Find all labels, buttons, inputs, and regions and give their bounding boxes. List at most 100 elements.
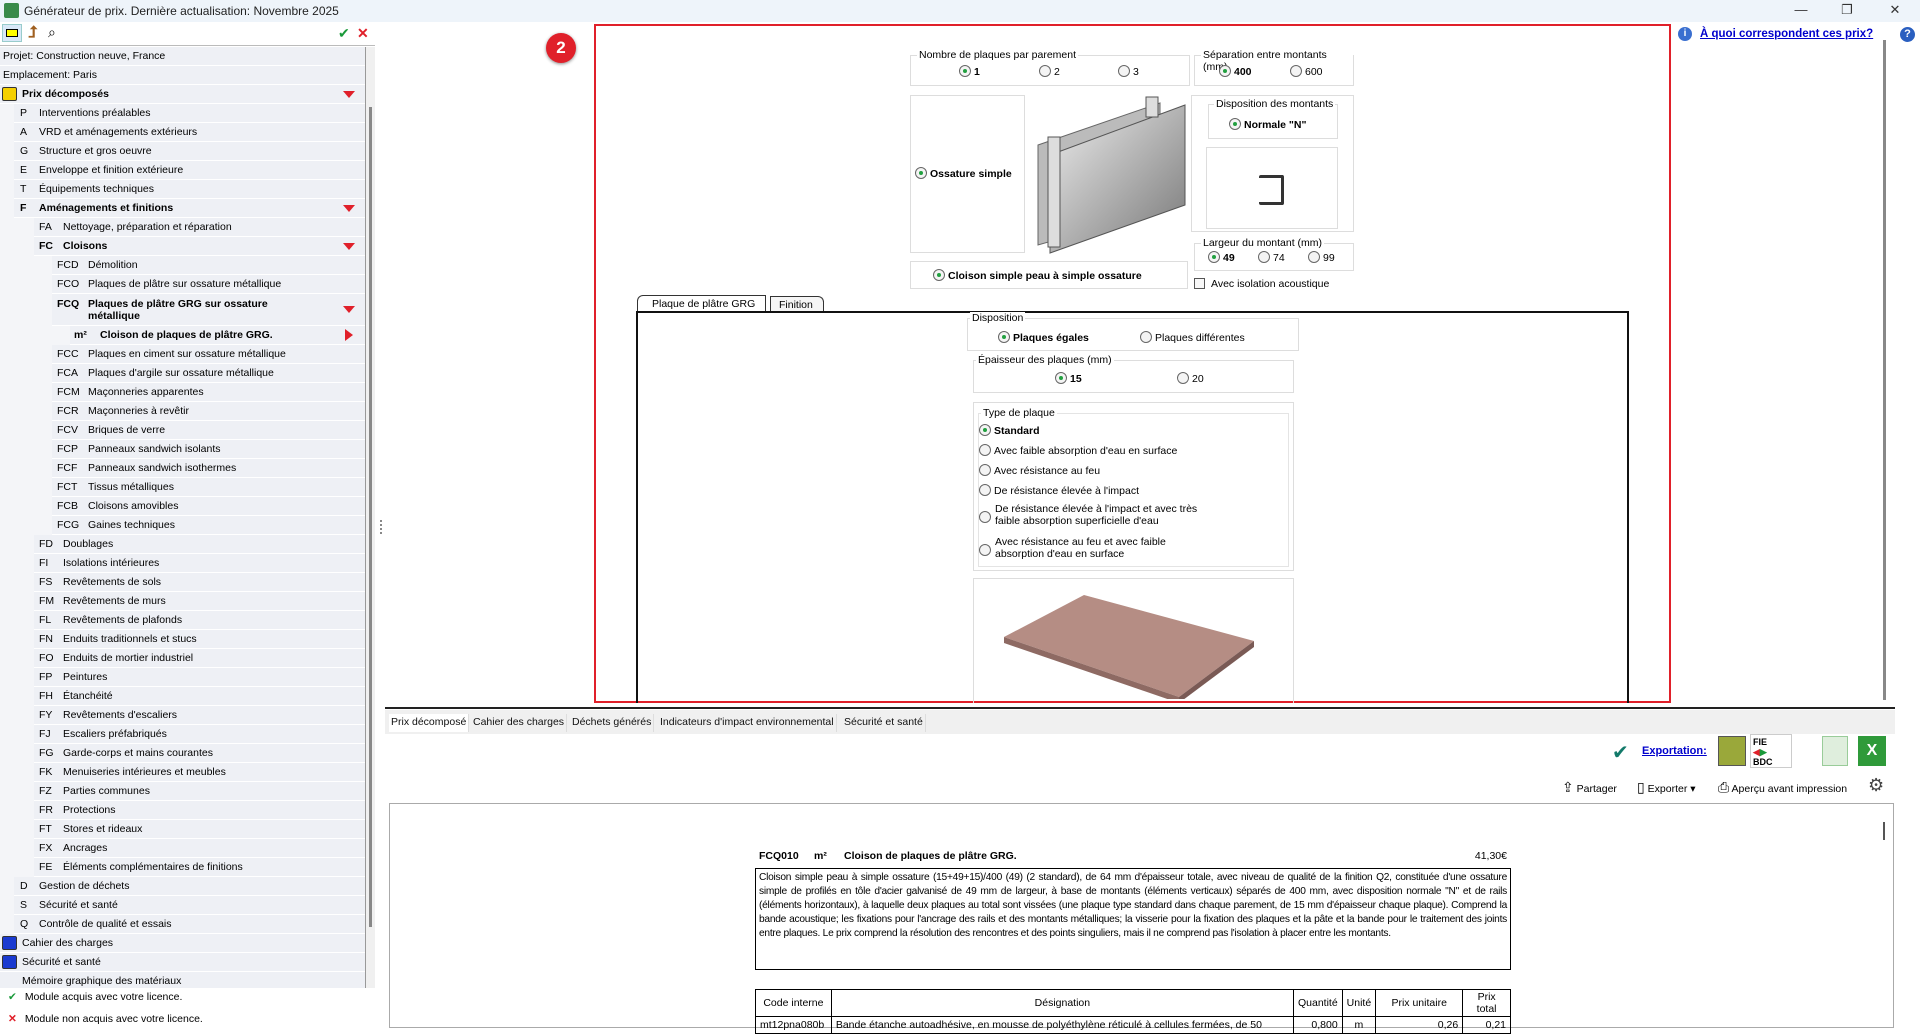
- tree-item-q[interactable]: Q Contrôle de qualité et essais: [14, 915, 365, 934]
- tree-item-fcm[interactable]: FCM Maçonneries apparentes: [52, 383, 365, 402]
- type-impact-radio[interactable]: De résistance élevée à l'impact: [979, 484, 1139, 497]
- help-icon[interactable]: ?: [1900, 27, 1915, 42]
- plates-count-2-radio[interactable]: 2: [1039, 65, 1060, 78]
- tree-item-root-45[interactable]: Sécurité et santé: [0, 953, 365, 972]
- tree-item-fz[interactable]: FZ Parties communes: [34, 782, 365, 801]
- tab-decomposed-price[interactable]: Prix décomposé: [389, 714, 470, 732]
- width-49-radio[interactable]: 49: [1208, 251, 1235, 264]
- tree-item-fo[interactable]: FO Enduits de mortier industriel: [34, 649, 365, 668]
- scrollbar-thumb[interactable]: [369, 107, 372, 927]
- tab-specifications[interactable]: Cahier des charges: [471, 714, 568, 732]
- tree-item-root-44[interactable]: Cahier des charges: [0, 934, 365, 953]
- tree-item-fr[interactable]: FR Protections: [34, 801, 365, 820]
- plates-count-3-radio[interactable]: 3: [1118, 65, 1139, 78]
- tree-item-fi[interactable]: FI Isolations intérieures: [34, 554, 365, 573]
- maximize-button[interactable]: ❐: [1832, 2, 1862, 20]
- tree-item-fp[interactable]: FP Peintures: [34, 668, 365, 687]
- width-74-radio[interactable]: 74: [1258, 251, 1285, 264]
- tree-item-fct[interactable]: FCT Tissus métalliques: [52, 478, 365, 497]
- splitter-handle[interactable]: [380, 520, 382, 534]
- tab-finish[interactable]: Finition: [770, 296, 824, 312]
- tab-environmental-impact[interactable]: Indicateurs d'impact environnemental: [658, 714, 837, 732]
- tree-item-fcg[interactable]: FCG Gaines techniques: [52, 516, 365, 535]
- collapse-down-icon[interactable]: [343, 306, 355, 313]
- close-button[interactable]: ✕: [1880, 2, 1910, 20]
- tree-item-root-0[interactable]: Prix décomposés: [0, 85, 365, 104]
- export-fie-bdc-icon[interactable]: FIE ◀▶ BDC: [1750, 734, 1792, 768]
- different-plates-radio[interactable]: Plaques différentes: [1140, 331, 1245, 344]
- list-view-icon[interactable]: [2, 24, 22, 42]
- tree-item-fcc[interactable]: FCC Plaques en ciment sur ossature métall…: [52, 345, 365, 364]
- thickness-15-radio[interactable]: 15: [1055, 372, 1082, 385]
- tree-item-fcv[interactable]: FCV Briques de verre: [52, 421, 365, 440]
- main-scrollbar[interactable]: [1883, 40, 1886, 700]
- export-dropdown[interactable]: ▯ Exporter ▾: [1637, 779, 1696, 796]
- confirm-icon[interactable]: ✔: [338, 25, 350, 42]
- excel-light-icon[interactable]: [1822, 736, 1848, 766]
- collapse-down-icon[interactable]: [343, 205, 355, 212]
- tree-item-fc[interactable]: FC Cloisons: [34, 237, 365, 256]
- spacing-600-radio[interactable]: 600: [1290, 65, 1323, 78]
- spacing-400-radio[interactable]: 400: [1219, 65, 1252, 78]
- tree-item-m2[interactable]: m² Cloison de plaques de plâtre GRG.: [70, 326, 365, 345]
- tree-item-fg[interactable]: FG Garde-corps et mains courantes: [34, 744, 365, 763]
- export-document-icon[interactable]: [1718, 736, 1746, 766]
- tree-item-fcf[interactable]: FCF Panneaux sandwich isothermes: [52, 459, 365, 478]
- tree-item-root-46[interactable]: Mémoire graphique des matériaux: [0, 972, 365, 988]
- expand-right-icon[interactable]: [345, 329, 353, 341]
- tree-item-fcd[interactable]: FCD Démolition: [52, 256, 365, 275]
- tree-item-fcp[interactable]: FCP Panneaux sandwich isolants: [52, 440, 365, 459]
- tree-item-fcr[interactable]: FCR Maçonneries à revêtir: [52, 402, 365, 421]
- collapse-down-icon[interactable]: [343, 243, 355, 250]
- tree-item-fcb[interactable]: FCB Cloisons amovibles: [52, 497, 365, 516]
- search-binoculars-icon[interactable]: ⌕: [48, 24, 56, 41]
- excel-icon[interactable]: X: [1858, 736, 1886, 766]
- tree-item-e[interactable]: E Enveloppe et finition extérieure: [14, 161, 365, 180]
- plates-count-1-radio[interactable]: 1: [959, 65, 980, 78]
- tree-item-fk[interactable]: FK Menuiseries intérieures et meubles: [34, 763, 365, 782]
- tab-gypsum-plate[interactable]: Plaque de plâtre GRG: [637, 295, 767, 311]
- tree-item-d[interactable]: D Gestion de déchets: [14, 877, 365, 896]
- tree-item-t[interactable]: T Équipements techniques: [14, 180, 365, 199]
- type-fire-resistant-radio[interactable]: Avec résistance au feu: [979, 464, 1100, 477]
- tree-item-fh[interactable]: FH Étanchéité: [34, 687, 365, 706]
- tree-item-g[interactable]: G Structure et gros oeuvre: [14, 142, 365, 161]
- tree-item-fy[interactable]: FY Revêtements d'escaliers: [34, 706, 365, 725]
- share-button[interactable]: ⇪ Partager: [1562, 779, 1617, 796]
- tree-item-fs[interactable]: FS Revêtements de sols: [34, 573, 365, 592]
- tree-item-s[interactable]: S Sécurité et santé: [14, 896, 365, 915]
- settings-gear-icon[interactable]: ⚙: [1868, 775, 1884, 796]
- tab-health-safety[interactable]: Sécurité et santé: [842, 714, 926, 732]
- normal-n-radio[interactable]: Normale "N": [1229, 118, 1306, 131]
- cancel-icon[interactable]: ✕: [357, 25, 369, 42]
- tree-item-fj[interactable]: FJ Escaliers préfabriqués: [34, 725, 365, 744]
- tree-item-fd[interactable]: FD Doublages: [34, 535, 365, 554]
- type-low-absorption-radio[interactable]: Avec faible absorption d'eau en surface: [979, 444, 1177, 457]
- simple-framing-radio[interactable]: Ossature simple: [915, 167, 1012, 180]
- width-99-radio[interactable]: 99: [1308, 251, 1335, 264]
- tab-waste[interactable]: Déchets générés: [570, 714, 655, 732]
- tree-item-a[interactable]: A VRD et aménagements extérieurs: [14, 123, 365, 142]
- type-fire-low-absorption-radio[interactable]: Avec résistance au feu et avec faible ab…: [979, 536, 1209, 560]
- type-impact-very-low-absorption-radio[interactable]: De résistance élevée à l'impact et avec …: [979, 503, 1209, 527]
- tree-item-f[interactable]: F Aménagements et finitions: [14, 199, 365, 218]
- tree-item-fx[interactable]: FX Ancrages: [34, 839, 365, 858]
- tree-item-p[interactable]: P Interventions préalables: [14, 104, 365, 123]
- doc-scrollbar[interactable]: [1883, 822, 1885, 840]
- tree-item-ft[interactable]: FT Stores et rideaux: [34, 820, 365, 839]
- tree-item-fco[interactable]: FCO Plaques de plâtre sur ossature métall…: [52, 275, 365, 294]
- tree-item-fl[interactable]: FL Revêtements de plafonds: [34, 611, 365, 630]
- tree-item-fca[interactable]: FCA Plaques d'argile sur ossature métalli…: [52, 364, 365, 383]
- tree-item-fe[interactable]: FE Éléments complémentaires de finitions: [34, 858, 365, 877]
- price-help-link[interactable]: À quoi correspondent ces prix?: [1700, 28, 1873, 40]
- acoustic-insulation-checkbox[interactable]: Avec isolation acoustique: [1194, 278, 1329, 290]
- minimize-button[interactable]: —: [1786, 2, 1816, 20]
- tree-item-fm[interactable]: FM Revêtements de murs: [34, 592, 365, 611]
- tree-item-fcq[interactable]: FCQ Plaques de plâtre GRG sur ossature mé…: [52, 294, 365, 326]
- pane-divider[interactable]: [385, 707, 1895, 709]
- export-link[interactable]: Exportation:: [1642, 745, 1707, 757]
- equal-plates-radio[interactable]: Plaques égales: [998, 331, 1089, 344]
- print-preview-button[interactable]: ⎙ Aperçu avant impression: [1718, 779, 1847, 796]
- sidebar-scrollbar[interactable]: [366, 47, 375, 988]
- collapse-down-icon[interactable]: [343, 91, 355, 98]
